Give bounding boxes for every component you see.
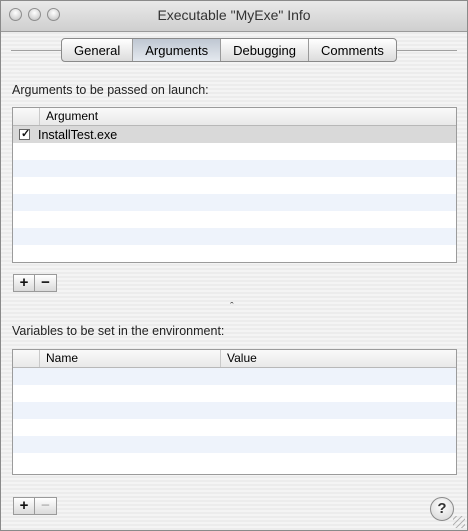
arguments-section-label: Arguments to be passed on launch:: [12, 83, 209, 97]
argument-value: InstallTest.exe: [38, 127, 118, 142]
arguments-table[interactable]: Argument InstallTest.exe: [12, 107, 457, 263]
environment-button-group: + −: [13, 497, 57, 515]
table-row-empty: [13, 385, 456, 402]
environment-rows: [13, 368, 456, 470]
table-row-empty: [13, 453, 456, 470]
value-column-header[interactable]: Value: [220, 350, 456, 367]
environment-section-label: Variables to be set in the environment:: [12, 324, 225, 338]
title-bar[interactable]: Executable "MyExe" Info: [1, 1, 467, 32]
help-button[interactable]: ?: [430, 497, 454, 521]
table-row-empty: [13, 228, 456, 245]
add-argument-button[interactable]: +: [13, 274, 35, 292]
table-row[interactable]: InstallTest.exe: [13, 126, 456, 143]
tab-bar: General Arguments Debugging Comments: [61, 38, 397, 62]
table-row-empty: [13, 436, 456, 453]
tab-debugging[interactable]: Debugging: [221, 39, 310, 61]
table-row-empty: [13, 194, 456, 211]
window-title: Executable "MyExe" Info: [157, 7, 311, 23]
arguments-button-group: + −: [13, 274, 57, 292]
env-checkbox-column-header[interactable]: [13, 350, 39, 367]
table-row-empty: [13, 245, 456, 262]
table-row-empty: [13, 143, 456, 160]
name-column-header[interactable]: Name: [39, 350, 220, 367]
tab-arguments[interactable]: Arguments: [133, 39, 222, 61]
table-row-empty: [13, 160, 456, 177]
table-row-empty: [13, 402, 456, 419]
resize-grip-icon[interactable]: [453, 516, 465, 528]
argument-column-header[interactable]: Argument: [39, 108, 456, 125]
tab-comments[interactable]: Comments: [309, 39, 396, 61]
remove-argument-button[interactable]: −: [35, 274, 57, 292]
split-view-handle[interactable]: ˆ: [230, 301, 234, 313]
arguments-rows: InstallTest.exe: [13, 126, 456, 262]
table-row-empty: [13, 368, 456, 385]
checkbox-column-header[interactable]: [13, 108, 39, 125]
environment-table[interactable]: Name Value: [12, 349, 457, 475]
table-row-empty: [13, 419, 456, 436]
remove-variable-button[interactable]: −: [35, 497, 57, 515]
table-row-empty: [13, 211, 456, 228]
table-row-empty: [13, 177, 456, 194]
argument-enabled-checkbox[interactable]: [19, 127, 30, 140]
tab-general[interactable]: General: [62, 39, 134, 61]
arguments-table-header: Argument: [13, 108, 456, 126]
environment-table-header: Name Value: [13, 350, 456, 368]
info-window: Executable "MyExe" Info General Argument…: [0, 0, 468, 531]
add-variable-button[interactable]: +: [13, 497, 35, 515]
